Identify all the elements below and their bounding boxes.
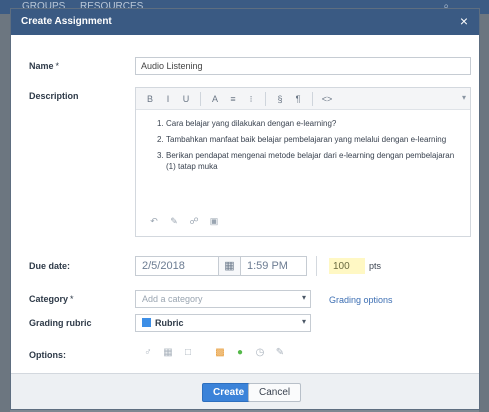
bold-button[interactable]: B (142, 91, 158, 107)
name-label-text: Name (29, 61, 54, 71)
list-number: 1. (157, 119, 164, 128)
list-item: 2. Tambahkan manfaat baik belajar pembela… (157, 134, 460, 145)
grading-rubric-select[interactable]: Rubric ▾ (135, 314, 311, 332)
italic-button[interactable]: I (160, 91, 176, 107)
undo-icon[interactable]: ↶ (146, 214, 162, 228)
attachment-icon[interactable]: ☍ (186, 214, 202, 228)
calendar-icon[interactable]: ▦ (161, 346, 175, 360)
text-color-button[interactable]: A (207, 91, 223, 107)
dialog-titlebar: Create Assignment × (11, 9, 479, 35)
list-number: 3. (157, 151, 164, 160)
underline-button[interactable]: U (178, 91, 194, 107)
clock-icon[interactable]: ◷ (253, 346, 267, 360)
description-list: 1. Cara belajar yang dilakukan dengan e-l… (157, 118, 460, 172)
options-label: Options: (29, 350, 66, 360)
rubric-swatch-icon (142, 318, 151, 327)
list-item: 3. Berikan pendapat mengenai metode belaj… (157, 150, 460, 172)
list-item-text: Tambahkan manfaat baik belajar pembelaja… (166, 135, 447, 144)
paragraph-button[interactable]: ¶ (290, 91, 306, 107)
options-icons: ♂ ▦ □ ▩ ● ◷ ✎ (141, 346, 287, 360)
background-left-strip (0, 14, 10, 412)
image-icon[interactable]: ▣ (206, 214, 222, 228)
category-select[interactable]: Add a category ▾ (135, 290, 311, 308)
list-item: 1. Cara belajar yang dilakukan dengan e-l… (157, 118, 460, 129)
grid-icon[interactable]: ▩ (213, 346, 227, 360)
grading-options-link[interactable]: Grading options (329, 295, 393, 305)
name-input[interactable] (135, 57, 471, 75)
editor-toolbar: B I U A ≡ ⁝ § ¶ <> ▾ (136, 88, 470, 110)
people-icon[interactable]: ♂ (141, 346, 155, 360)
chat-icon[interactable]: ✎ (273, 346, 287, 360)
name-label: Name * (29, 61, 59, 71)
divider (316, 256, 317, 276)
link-button[interactable]: § (272, 91, 288, 107)
description-label: Description (29, 91, 79, 101)
category-label: Category * (29, 294, 74, 304)
dialog-title: Create Assignment (21, 16, 112, 27)
toolbar-divider (200, 91, 201, 106)
lock-icon[interactable]: □ (181, 346, 195, 360)
list-number: 2. (157, 135, 164, 144)
category-placeholder: Add a category (142, 294, 203, 304)
description-editor[interactable]: B I U A ≡ ⁝ § ¶ <> ▾ 1. Cara belajar yang… (135, 87, 471, 237)
chevron-down-icon[interactable]: ▾ (302, 317, 306, 326)
code-button[interactable]: <> (319, 91, 335, 107)
due-time-input[interactable] (241, 256, 307, 276)
cancel-button[interactable]: Cancel (248, 383, 302, 402)
chevron-down-icon[interactable]: ▾ (302, 293, 306, 302)
list-button[interactable]: ⁝ (243, 91, 259, 107)
points-input[interactable] (329, 258, 365, 274)
list-item-text: Berikan pendapat mengenai metode belajar… (166, 151, 455, 171)
create-assignment-dialog: Create Assignment × Name* Description B … (10, 8, 480, 410)
chevron-down-icon[interactable]: ▾ (462, 93, 466, 102)
required-marker: * (70, 294, 74, 304)
grading-rubric-label: Grading rubric (29, 318, 92, 328)
editor-content[interactable]: 1. Cara belajar yang dilakukan dengan e-l… (136, 110, 470, 172)
rubric-value: Rubric (155, 318, 184, 328)
calendar-icon[interactable]: ▦ (219, 256, 241, 276)
points-unit: pts (369, 261, 382, 271)
category-label-text: Category (29, 294, 69, 304)
toolbar-divider (312, 91, 313, 106)
due-date-label: Due date: (29, 261, 71, 271)
required-marker: * (55, 61, 60, 71)
toolbar-divider (265, 91, 266, 106)
circle-icon[interactable]: ● (233, 346, 247, 360)
dialog-footer: Create Cancel (11, 373, 479, 409)
due-date-input[interactable] (135, 256, 219, 276)
pencil-icon[interactable]: ✎ (166, 214, 182, 228)
editor-footer: ↶ ✎ ☍ ▣ (146, 214, 222, 228)
list-item-text: Cara belajar yang dilakukan dengan e-lea… (166, 119, 337, 128)
background-right-strip (479, 14, 489, 412)
align-button[interactable]: ≡ (225, 91, 241, 107)
close-icon[interactable]: × (456, 13, 472, 29)
